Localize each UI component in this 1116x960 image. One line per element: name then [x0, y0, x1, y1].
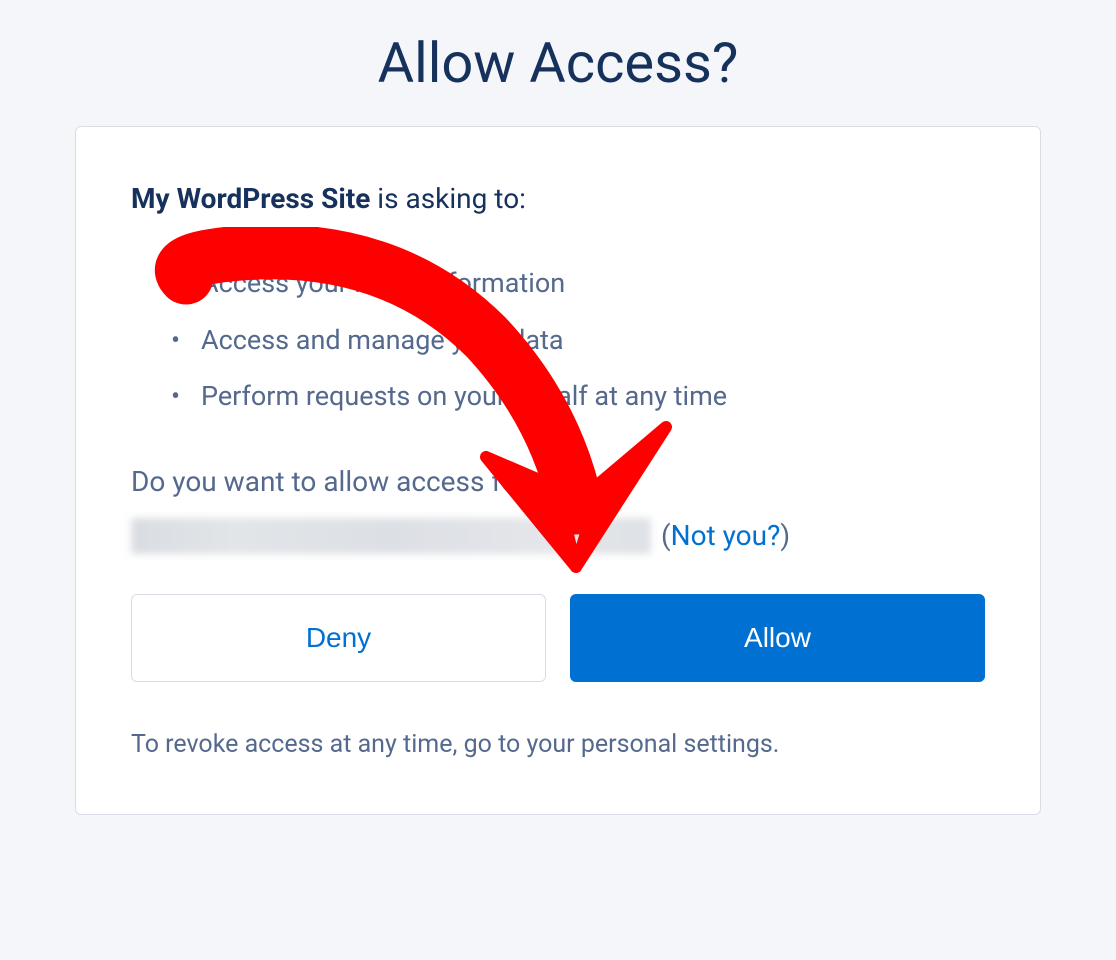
- not-you-wrapper: (Not you?): [661, 519, 790, 552]
- asking-suffix: is asking to:: [370, 182, 526, 215]
- permissions-list: Access your basic information Access and…: [131, 263, 985, 417]
- confirm-line: Do you want to allow access for: [131, 465, 985, 498]
- user-line: (Not you?): [131, 518, 985, 554]
- revoke-text: To revoke access at any time, go to your…: [131, 730, 985, 759]
- list-item: Perform requests on your behalf at any t…: [171, 376, 985, 417]
- asking-line: My WordPress Site is asking to:: [131, 182, 985, 215]
- permission-card: My WordPress Site is asking to: Access y…: [75, 126, 1041, 815]
- page-title: Allow Access?: [0, 0, 1116, 126]
- not-you-link[interactable]: Not you?: [671, 519, 781, 552]
- blurred-user-email: [131, 518, 651, 554]
- paren-open: (: [661, 519, 671, 552]
- list-item: Access and manage your data: [171, 320, 985, 361]
- allow-button[interactable]: Allow: [570, 594, 985, 682]
- deny-button[interactable]: Deny: [131, 594, 546, 682]
- paren-close: ): [780, 519, 790, 552]
- list-item: Access your basic information: [171, 263, 985, 304]
- app-name: My WordPress Site: [131, 182, 370, 215]
- button-row: Deny Allow: [131, 594, 985, 682]
